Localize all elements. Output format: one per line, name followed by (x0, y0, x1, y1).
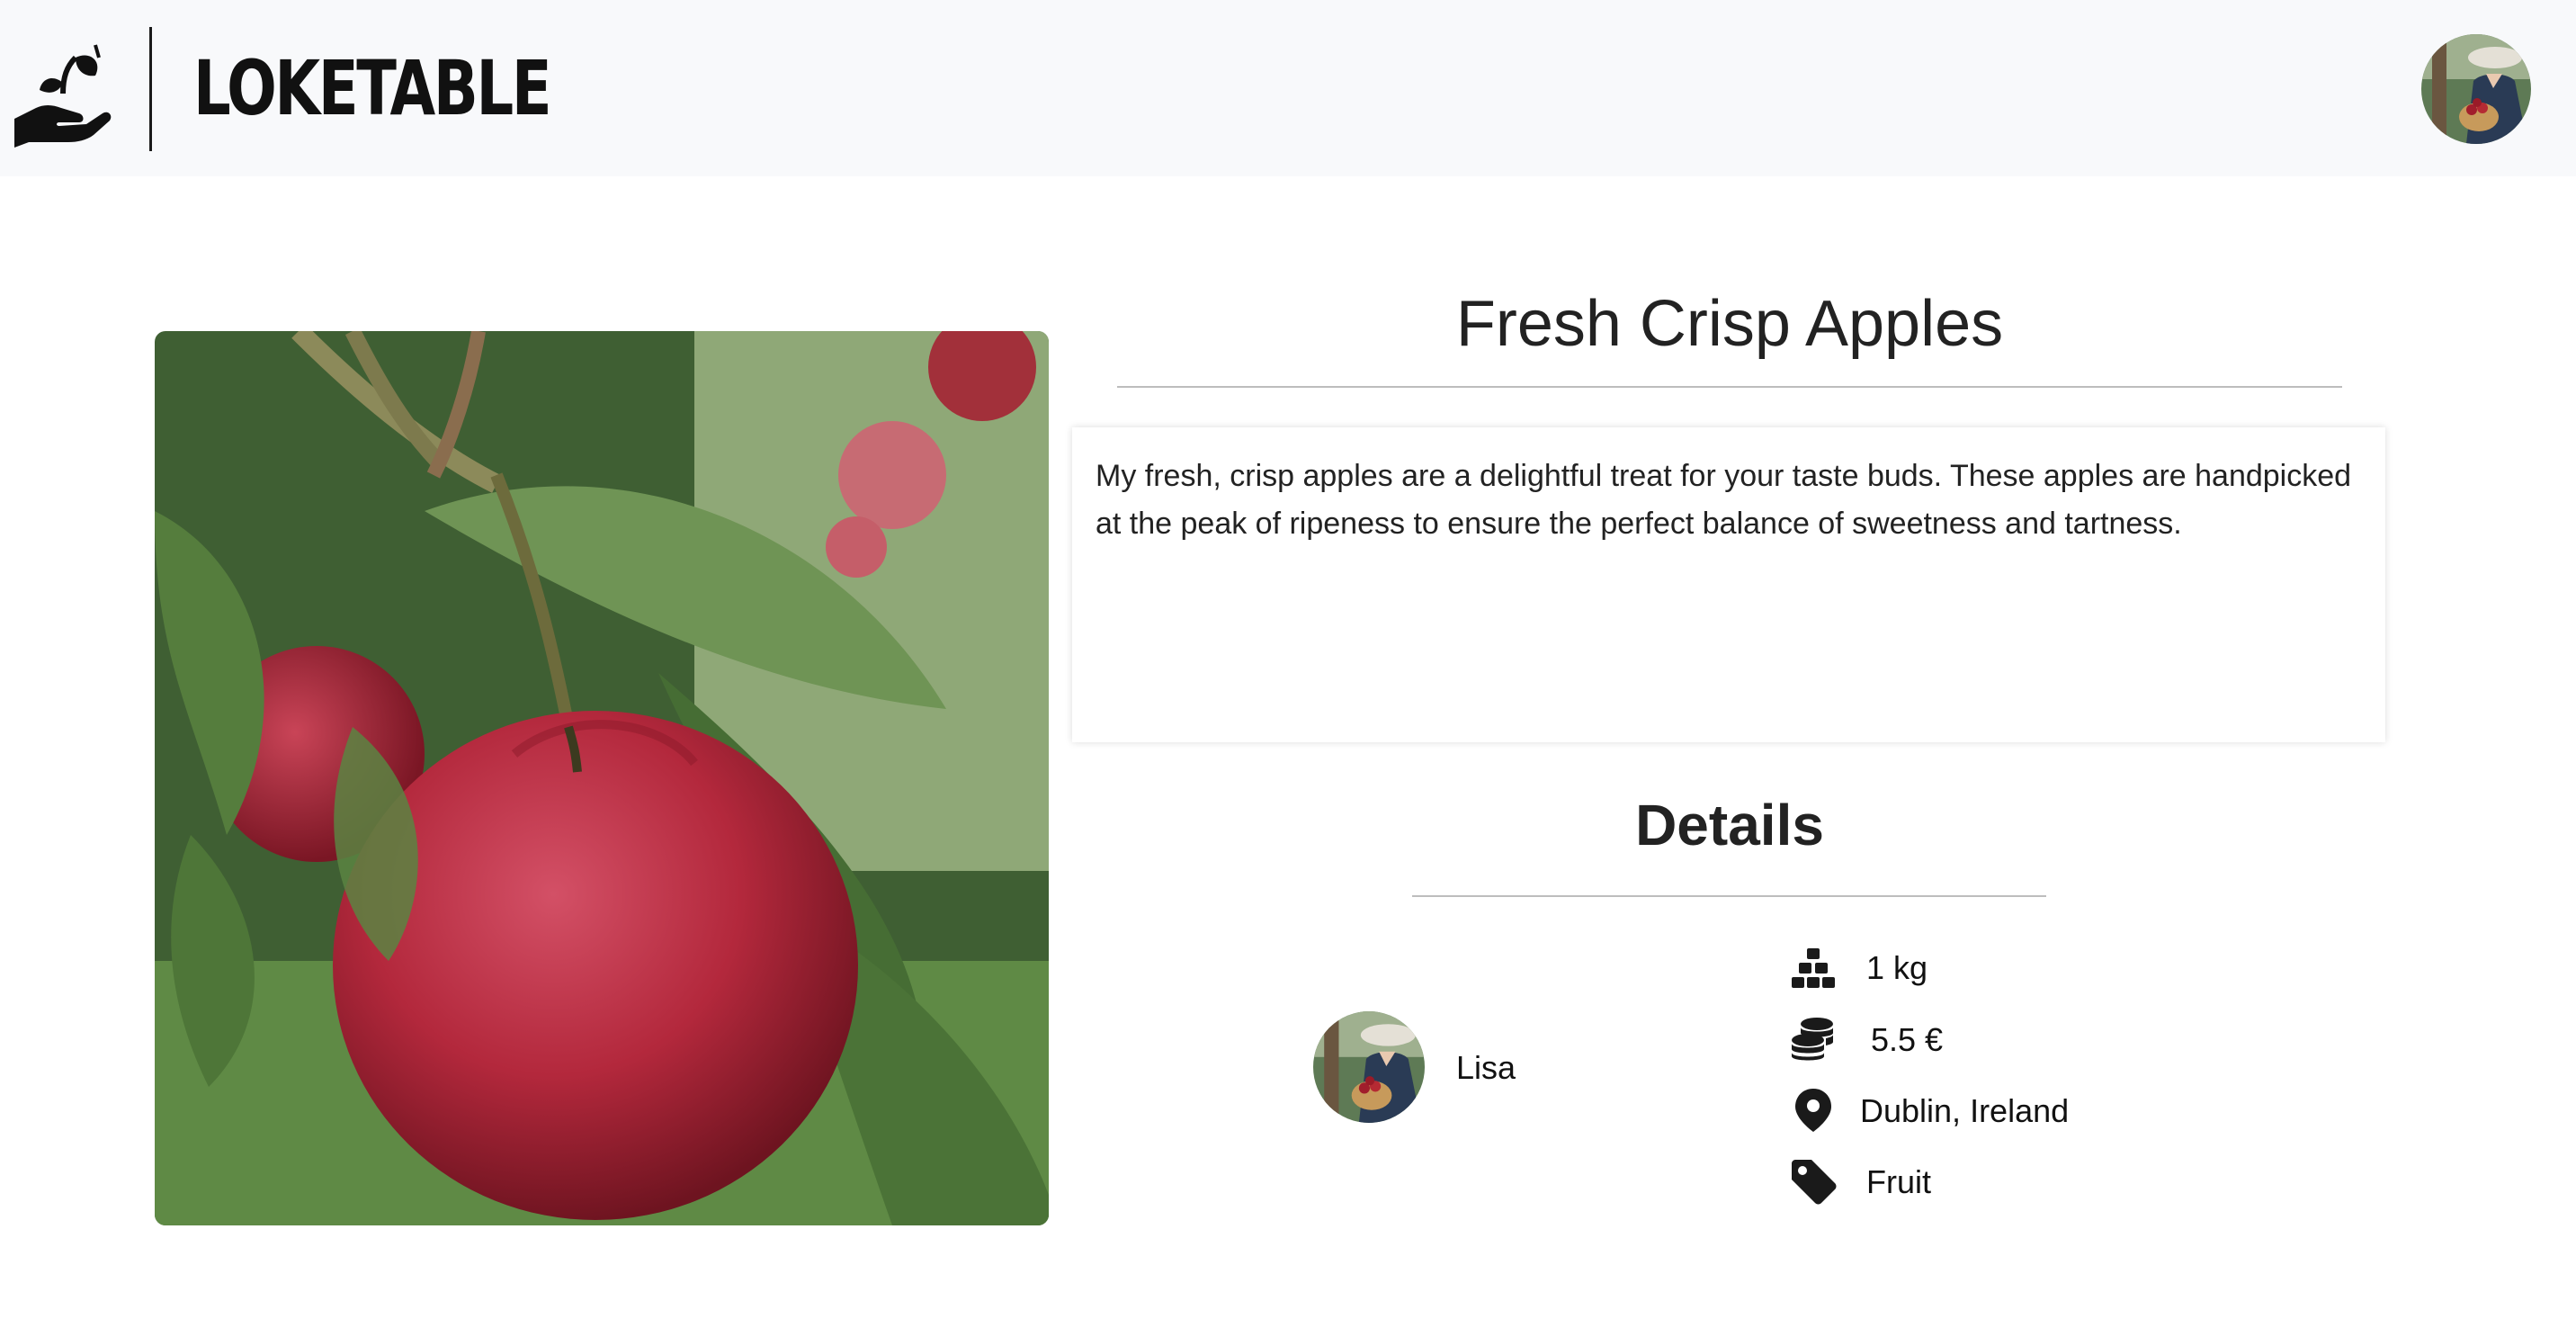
product-image (155, 331, 1049, 1225)
seller-name[interactable]: Lisa (1456, 1045, 1516, 1090)
product-description: My fresh, crisp apples are a delightful … (1096, 459, 2352, 541)
brand-name[interactable]: LOKETABLE (193, 34, 552, 142)
title-divider (1117, 386, 2342, 388)
stacked-boxes-icon (1792, 948, 1835, 988)
description-card: My fresh, crisp apples are a delightful … (1072, 427, 2385, 742)
seller-avatar[interactable] (1313, 1011, 1425, 1123)
logo-divider (149, 27, 152, 151)
quantity-value: 1 kg (1866, 949, 1928, 986)
coins-icon (1792, 1018, 1833, 1061)
location-value: Dublin, Ireland (1860, 1092, 2070, 1129)
price-value: 5.5 € (1871, 1021, 1944, 1058)
user-avatar[interactable] (2421, 34, 2531, 144)
hand-with-sprout-icon[interactable] (13, 41, 112, 148)
top-header: LOKETABLE (0, 0, 2576, 176)
category-value[interactable]: Fruit (1866, 1160, 1931, 1205)
map-pin-icon (1795, 1089, 1831, 1132)
tag-icon (1792, 1160, 1837, 1205)
details-divider (1412, 895, 2046, 897)
details-heading: Details (1635, 793, 1824, 857)
product-title: Fresh Crisp Apples (1455, 288, 2004, 360)
